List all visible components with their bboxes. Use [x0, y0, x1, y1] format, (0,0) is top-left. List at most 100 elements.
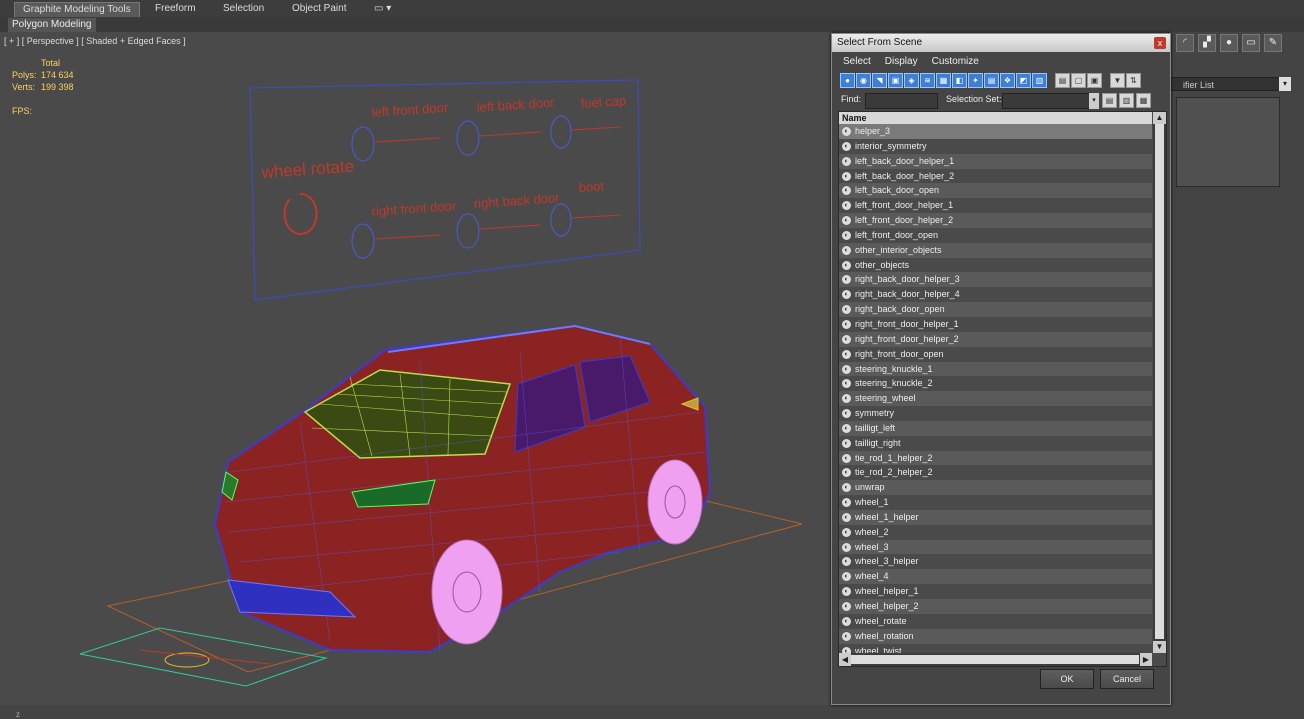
object-type-icon: ◐: [842, 260, 851, 270]
tab-selection[interactable]: Selection: [215, 2, 272, 16]
menu-select[interactable]: Select: [836, 54, 878, 70]
list-item[interactable]: ◐ right_back_door_helper_4: [839, 287, 1152, 303]
scroll-left-icon[interactable]: ◀: [839, 653, 851, 666]
list-item[interactable]: ◐ wheel_helper_1: [839, 584, 1152, 599]
list-item[interactable]: ◐ right_front_door_helper_1: [839, 316, 1152, 332]
filter-lights-icon[interactable]: ◥: [872, 73, 887, 88]
list-item[interactable]: ◐ unwrap: [839, 480, 1152, 496]
scene-object-list[interactable]: Name ◐ helper_3 ◐ interior_symmetry ◐ left_ba…: [838, 111, 1167, 667]
horizontal-scrollbar[interactable]: ◀ ▶: [839, 653, 1152, 666]
filter-groups-icon[interactable]: ▦: [936, 73, 951, 88]
list-item[interactable]: ◐ wheel_1_helper: [839, 509, 1152, 525]
list-item[interactable]: ◐ right_front_door_helper_2: [839, 331, 1152, 347]
list-item[interactable]: ◐ interior_symmetry: [839, 138, 1152, 154]
chevron-down-icon[interactable]: ▾: [1089, 93, 1099, 109]
menu-display[interactable]: Display: [878, 54, 925, 70]
filter-xrefs-icon[interactable]: ◧: [952, 73, 967, 88]
list-item-label: tailligt_right: [855, 437, 901, 448]
select-all-icon[interactable]: ▤: [1055, 73, 1070, 88]
list-item[interactable]: ◐ wheel_rotate: [839, 613, 1152, 629]
hierarchy-icon[interactable]: ▞: [1198, 34, 1216, 52]
selection-set-add-icon[interactable]: ▥: [1119, 93, 1134, 108]
list-item[interactable]: ◐ tie_rod_1_helper_2: [839, 450, 1152, 466]
column-header-name[interactable]: Name: [839, 112, 1152, 124]
selection-set-remove-icon[interactable]: ▦: [1136, 93, 1151, 108]
list-item[interactable]: ◐ tie_rod_2_helper_2: [839, 465, 1152, 481]
list-item[interactable]: ◐ tailligt_left: [839, 420, 1152, 436]
filter-frozen-icon[interactable]: ❖: [1000, 73, 1015, 88]
filter-hidden-icon[interactable]: ◩: [1016, 73, 1031, 88]
tab-polygon-modeling[interactable]: Polygon Modeling: [8, 18, 96, 32]
list-item[interactable]: ◐ left_back_door_open: [839, 183, 1152, 199]
scroll-right-icon[interactable]: ▶: [1140, 653, 1152, 666]
ok-button[interactable]: OK: [1040, 669, 1094, 689]
list-item[interactable]: ◐ other_interior_objects: [839, 242, 1152, 258]
object-type-icon: ◐: [842, 127, 851, 136]
chevron-down-icon[interactable]: ▾: [1279, 77, 1291, 91]
list-item[interactable]: ◐ symmetry: [839, 406, 1152, 421]
menu-customize[interactable]: Customize: [925, 54, 986, 70]
scroll-up-icon[interactable]: ▲: [1153, 112, 1166, 124]
list-item[interactable]: ◐ steering_knuckle_2: [839, 376, 1152, 392]
filter-geometry-icon[interactable]: ●: [840, 73, 855, 88]
filter-helpers-icon[interactable]: ◈: [904, 73, 919, 88]
funnel-icon[interactable]: ▼: [1110, 73, 1125, 88]
list-item[interactable]: ◐ wheel_3_helper: [839, 554, 1152, 570]
list-item[interactable]: ◐ left_front_door_open: [839, 227, 1152, 243]
utilities-icon[interactable]: ✎: [1264, 34, 1282, 52]
wheel-front: [431, 539, 503, 645]
select-invert-icon[interactable]: ▣: [1087, 73, 1102, 88]
list-item[interactable]: ◐ wheel_2: [839, 524, 1152, 540]
filter-bones-icon[interactable]: ✦: [968, 73, 983, 88]
list-item[interactable]: ◐ tailligt_right: [839, 435, 1152, 451]
filter-containers-icon[interactable]: ▤: [984, 73, 999, 88]
selection-set-edit-icon[interactable]: ▤: [1102, 93, 1117, 108]
list-item[interactable]: ◐ wheel_rotation: [839, 628, 1152, 644]
modifier-stack[interactable]: [1176, 97, 1280, 187]
list-item[interactable]: ◐ steering_knuckle_1: [839, 361, 1152, 377]
motion-icon[interactable]: ●: [1220, 34, 1238, 52]
list-item[interactable]: ◐ right_back_door_open: [839, 302, 1152, 317]
filter-cameras-icon[interactable]: ▣: [888, 73, 903, 88]
scroll-down-icon[interactable]: ▼: [1153, 641, 1166, 653]
filter-shapes-icon[interactable]: ◉: [856, 73, 871, 88]
list-item-label: right_back_door_open: [855, 304, 945, 315]
tab-graphite-modeling-tools[interactable]: Graphite Modeling Tools: [14, 2, 140, 17]
tab-freeform[interactable]: Freeform: [147, 2, 204, 16]
list-item[interactable]: ◐ left_front_door_helper_1: [839, 198, 1152, 214]
find-input[interactable]: [865, 93, 938, 109]
scrollbar-thumb[interactable]: [851, 655, 1139, 664]
object-type-icon: ◐: [842, 394, 851, 404]
list-item[interactable]: ◐ other_objects: [839, 257, 1152, 273]
modifier-list-dropdown[interactable]: ifier List ▾: [1170, 77, 1291, 91]
select-none-icon[interactable]: ▢: [1071, 73, 1086, 88]
list-item[interactable]: ◐ right_back_door_helper_3: [839, 272, 1152, 288]
tab-object-paint[interactable]: Object Paint: [284, 2, 354, 16]
list-item[interactable]: ◐ wheel_3: [839, 539, 1152, 555]
list-item[interactable]: ◐ steering_wheel: [839, 391, 1152, 407]
scrollbar-thumb[interactable]: [1155, 124, 1164, 639]
list-item-label: steering_wheel: [855, 393, 916, 404]
vertical-scrollbar[interactable]: ▲ ▼: [1153, 112, 1166, 653]
display-filter-icon[interactable]: ◜: [1176, 34, 1194, 52]
list-item[interactable]: ◐ helper_3: [839, 124, 1152, 139]
list-item[interactable]: ◐ left_front_door_helper_2: [839, 213, 1152, 228]
cancel-button[interactable]: Cancel: [1100, 669, 1154, 689]
list-item-label: unwrap: [855, 482, 885, 493]
filter-all-icon[interactable]: ▥: [1032, 73, 1047, 88]
object-type-icon: ◐: [842, 631, 851, 641]
list-item[interactable]: ◐ left_back_door_helper_1: [839, 153, 1152, 169]
selection-set-input[interactable]: [1002, 93, 1090, 109]
sort-icon[interactable]: ⇅: [1126, 73, 1141, 88]
display-icon[interactable]: ▭: [1242, 34, 1260, 52]
object-type-icon: ◐: [842, 616, 851, 626]
list-item[interactable]: ◐ left_back_door_helper_2: [839, 168, 1152, 184]
filter-spacewarps-icon[interactable]: ≋: [920, 73, 935, 88]
close-icon[interactable]: x: [1154, 37, 1166, 49]
list-item[interactable]: ◐ wheel_helper_2: [839, 599, 1152, 614]
object-type-icon: ◐: [842, 423, 851, 433]
list-item[interactable]: ◐ right_front_door_open: [839, 346, 1152, 362]
list-item[interactable]: ◐ wheel_4: [839, 569, 1152, 585]
ribbon-options-icon[interactable]: ▭ ▾: [366, 2, 399, 16]
list-item[interactable]: ◐ wheel_1: [839, 495, 1152, 510]
